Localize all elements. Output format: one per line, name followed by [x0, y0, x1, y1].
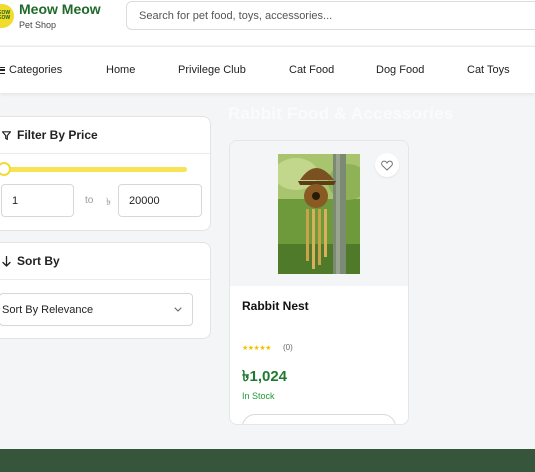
site-header: MEOW MEOW Meow Meow Pet Shop [0, 0, 535, 45]
add-to-cart-button[interactable]: Add to Cart [242, 414, 396, 424]
nav-item-dog-food[interactable]: Dog Food [376, 64, 424, 76]
price-slider-track[interactable] [5, 167, 187, 172]
sort-select[interactable]: Sort By Relevance [0, 293, 193, 326]
sort-header: Sort By [0, 243, 210, 280]
menu-icon [0, 66, 5, 74]
search-input[interactable] [126, 1, 535, 30]
nav-item-cat-toys[interactable]: Cat Toys [467, 64, 510, 76]
nav-item-home[interactable]: Home [106, 64, 135, 76]
nav-categories[interactable]: Categories [0, 64, 62, 76]
price-slider-min-handle[interactable] [0, 162, 11, 176]
product-image-area [230, 141, 408, 286]
nav-item-privilege-club[interactable]: Privilege Club [178, 64, 246, 76]
heart-icon [381, 160, 393, 171]
product-price: ৳1,024 [242, 368, 288, 385]
min-price-input[interactable] [1, 184, 74, 217]
page-title: Rabbit Food & Accessories [228, 104, 454, 123]
sort-selected-value: Sort By Relevance [2, 303, 94, 316]
sort-panel: Sort By Sort By Relevance [0, 242, 211, 339]
filter-price-header: Filter By Price [0, 117, 210, 154]
brand-name[interactable]: Meow Meow [19, 1, 101, 17]
max-price-input[interactable] [118, 184, 202, 217]
stock-status: In Stock [242, 391, 275, 401]
nav-categories-label: Categories [9, 64, 63, 76]
main-nav: Categories Home Privilege Club Cat Food … [0, 46, 535, 93]
product-name[interactable]: Rabbit Nest [242, 299, 309, 313]
brand-logo[interactable]: MEOW MEOW [0, 4, 14, 28]
price-to-label: to [85, 195, 94, 206]
sort-arrow-icon [2, 255, 11, 267]
filter-price-title: Filter By Price [17, 128, 98, 142]
review-count: (0) [283, 343, 293, 352]
chevron-down-icon [174, 307, 182, 312]
funnel-icon [2, 130, 11, 140]
brand-tagline: Pet Shop [19, 20, 57, 30]
wishlist-button[interactable] [375, 153, 399, 177]
sort-title: Sort By [17, 254, 60, 268]
logo-text: MEOW MEOW [0, 10, 11, 21]
product-image[interactable] [278, 154, 360, 274]
product-card[interactable]: Rabbit Nest ★★★★★ (0) ৳1,024 In Stock Ad… [229, 140, 409, 425]
rating-stars: ★★★★★ [242, 345, 271, 352]
nav-item-cat-food[interactable]: Cat Food [289, 64, 334, 76]
currency-symbol: ৳ [106, 197, 111, 208]
footer [0, 449, 535, 472]
filter-price-panel: Filter By Price to ৳ [0, 116, 211, 231]
